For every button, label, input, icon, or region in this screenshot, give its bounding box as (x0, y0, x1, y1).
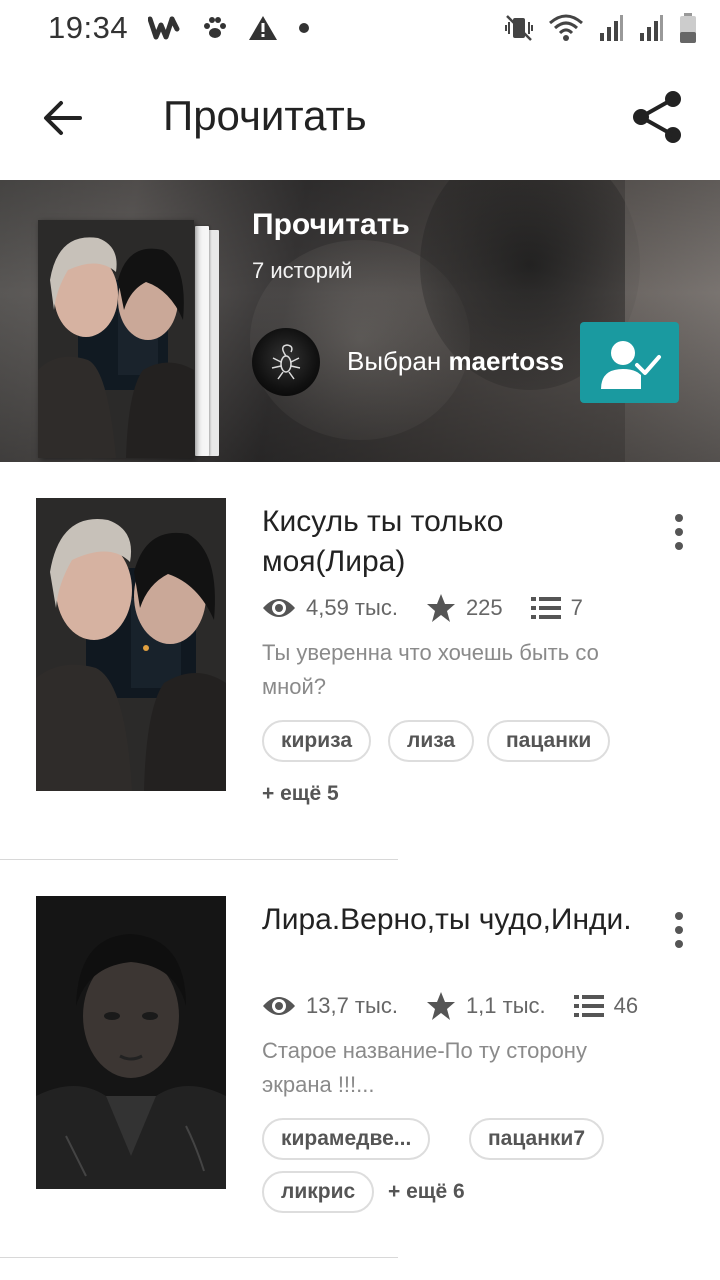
story-cover-image[interactable] (36, 896, 226, 1189)
parts-stat: 7 (530, 595, 583, 621)
parts-count: 7 (570, 595, 583, 620)
tag-chip[interactable]: ликрис (262, 1171, 375, 1213)
dot-icon (298, 22, 310, 34)
curated-by: Выбран maertoss (347, 346, 564, 377)
divider (0, 1257, 398, 1258)
app-bar: Прочитать (0, 56, 720, 178)
eye-icon (263, 997, 295, 1015)
share-icon (633, 91, 681, 143)
story-more-button[interactable] (656, 900, 702, 960)
status-time: 19:34 (48, 10, 129, 45)
signal-icon (598, 13, 624, 43)
reads-count: 4,59 тыс. (306, 595, 398, 620)
more-vert-icon (675, 514, 683, 522)
more-tags-link[interactable]: + ещё 6 (388, 1180, 465, 1204)
story-title[interactable]: Лира.Верно,ты чудо,Инди. (262, 900, 642, 940)
list-title: Прочитать (252, 208, 410, 241)
votes-count: 225 (465, 595, 503, 620)
story-title[interactable]: Кисуль ты только моя(Лира) (262, 502, 642, 582)
story-card[interactable]: Кисуль ты только моя(Лира) 4,59 тыс. 225… (0, 498, 720, 858)
parts-count: 46 (613, 993, 639, 1018)
warning-icon (248, 15, 278, 41)
tag-chip[interactable]: пацанки7 (469, 1118, 604, 1160)
story-count: 7 историй (252, 258, 353, 283)
tag-chip[interactable]: кириза (262, 720, 371, 762)
story-stats: 13,7 тыс. 1,1 тыс. 46 (262, 988, 638, 1024)
story-more-button[interactable] (656, 502, 702, 562)
story-stats: 4,59 тыс. 225 7 (262, 590, 583, 626)
share-button[interactable] (624, 86, 690, 148)
wattpad-icon (148, 16, 182, 40)
tag-chip[interactable]: лиза (388, 720, 475, 762)
star-icon (426, 594, 455, 622)
star-icon (426, 992, 455, 1020)
scorpion-icon (271, 344, 301, 380)
curator-avatar[interactable] (252, 328, 320, 396)
paw-icon (202, 15, 228, 41)
wifi-icon (548, 13, 584, 43)
list-icon (530, 597, 561, 619)
reads-stat: 4,59 тыс. (262, 595, 398, 621)
eye-icon (263, 599, 295, 617)
story-description: Старое название-По ту сторону экрана !!!… (262, 1038, 587, 1097)
votes-count: 1,1 тыс. (465, 993, 546, 1018)
page-title: Прочитать (163, 92, 367, 139)
back-button[interactable] (36, 94, 88, 142)
vibrate-icon (504, 13, 534, 43)
reads-count: 13,7 тыс. (306, 993, 398, 1018)
tag-chip[interactable]: пацанки (487, 720, 611, 762)
follow-curator-button[interactable] (580, 322, 679, 403)
arrow-left-icon (44, 101, 82, 135)
story-description: Ты уверенна что хочешь быть со мной? (262, 640, 599, 699)
reading-list-header: Прочитать 7 историй Выбран maertoss (0, 180, 720, 462)
more-tags-link[interactable]: + ещё 5 (262, 782, 339, 806)
reads-stat: 13,7 тыс. (262, 993, 398, 1019)
list-icon (573, 995, 604, 1017)
divider (0, 859, 398, 860)
status-bar: 19:34 (0, 0, 720, 56)
curator-name[interactable]: maertoss (448, 346, 564, 376)
list-cover-image (38, 220, 194, 458)
votes-stat: 225 (426, 593, 503, 623)
story-cover-image[interactable] (36, 498, 226, 791)
curated-prefix: Выбран (347, 346, 442, 376)
user-check-icon (600, 340, 661, 389)
parts-stat: 46 (573, 993, 639, 1019)
battery-icon (678, 12, 698, 44)
more-vert-icon (675, 912, 683, 920)
signal-icon (638, 13, 664, 43)
tag-chip[interactable]: кирамедве... (262, 1118, 431, 1160)
story-card[interactable]: Лира.Верно,ты чудо,Инди. 13,7 тыс. 1,1 т… (0, 896, 720, 1256)
votes-stat: 1,1 тыс. (426, 991, 546, 1021)
